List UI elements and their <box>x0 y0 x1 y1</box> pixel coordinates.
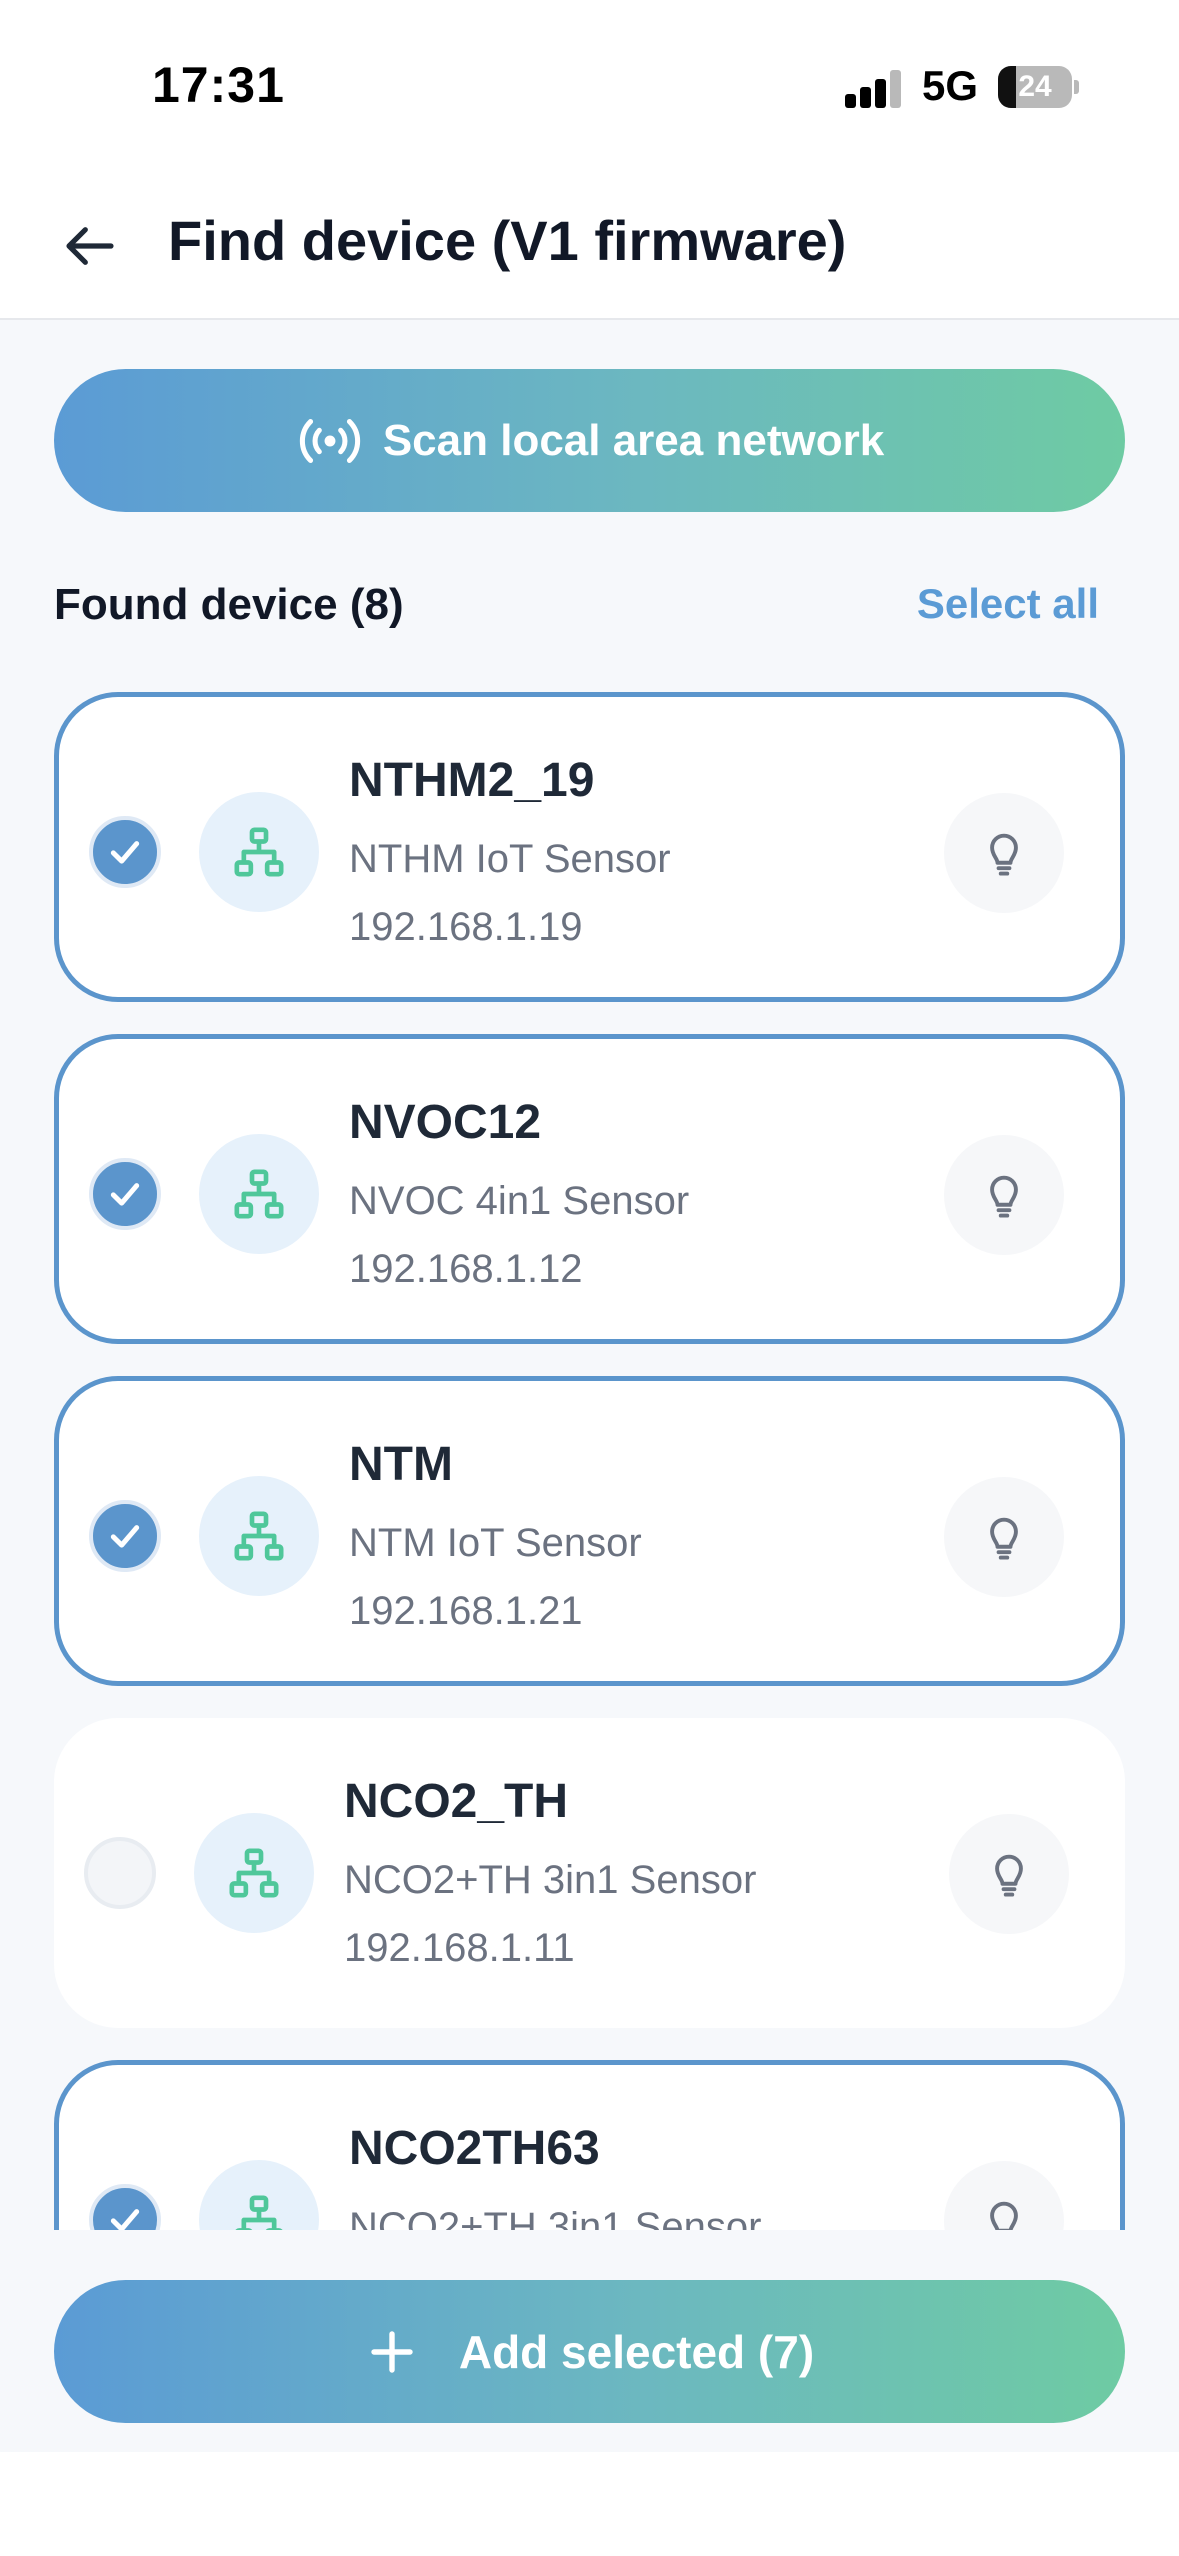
device-card[interactable]: NCO2_TH NCO2+TH 3in1 Sensor 192.168.1.11 <box>54 1718 1125 2028</box>
check-icon <box>110 1525 140 1548</box>
add-selected-button[interactable]: Add selected (7) <box>54 2280 1125 2423</box>
identify-device-button[interactable] <box>944 793 1064 913</box>
ethernet-network-icon <box>199 2160 319 2230</box>
ethernet-network-icon <box>194 1813 314 1933</box>
device-card[interactable]: NCO2TH63 NCO2+TH 3in1 Sensor <box>54 2060 1125 2230</box>
device-checkbox[interactable] <box>89 816 161 888</box>
device-model: NCO2+TH 3in1 Sensor <box>344 1858 757 1902</box>
check-icon <box>110 1183 140 1206</box>
lightbulb-icon <box>990 833 1018 876</box>
device-name: NTHM2_19 <box>349 754 595 807</box>
device-name: NCO2_TH <box>344 1775 569 1828</box>
status-time: 17:31 <box>152 57 285 113</box>
ethernet-network-icon <box>199 1134 319 1254</box>
lightbulb-icon <box>990 1175 1018 1218</box>
device-name: NTM <box>349 1438 453 1491</box>
main-content: Scan local area network Found device (8)… <box>0 320 1179 2452</box>
check-icon <box>110 2209 140 2230</box>
device-model: NCO2+TH 3in1 Sensor <box>349 2205 762 2230</box>
device-ip: 192.168.1.12 <box>349 1247 583 1291</box>
lightbulb-icon <box>990 1517 1018 1560</box>
back-button[interactable] <box>50 206 130 286</box>
device-list[interactable]: NTHM2_19 NTHM IoT Sensor 192.168.1.19 NV… <box>0 692 1179 2230</box>
check-icon <box>110 841 140 864</box>
identify-device-button[interactable] <box>944 2161 1064 2230</box>
scan-button-label: Scan local area network <box>382 415 885 465</box>
lightbulb-icon <box>990 2201 1018 2230</box>
device-name: NCO2TH63 <box>349 2122 600 2175</box>
device-checkbox[interactable] <box>89 2184 161 2230</box>
device-checkbox[interactable] <box>89 1158 161 1230</box>
device-checkbox[interactable] <box>84 1837 156 1909</box>
device-card[interactable]: NVOC12 NVOC 4in1 Sensor 192.168.1.12 <box>54 1034 1125 1344</box>
arrow-left-icon <box>66 227 114 265</box>
device-model: NTHM IoT Sensor <box>349 837 671 881</box>
ethernet-network-icon <box>199 792 319 912</box>
broadcast-icon <box>299 418 360 463</box>
device-card[interactable]: NTM NTM IoT Sensor 192.168.1.21 <box>54 1376 1125 1686</box>
top-app-bar: Find device (V1 firmware) <box>0 170 1179 320</box>
device-ip: 192.168.1.19 <box>349 905 583 949</box>
device-model: NVOC 4in1 Sensor <box>349 1179 690 1223</box>
device-name: NVOC12 <box>349 1096 542 1149</box>
device-ip: 192.168.1.11 <box>344 1926 575 1970</box>
select-all-link[interactable]: Select all <box>917 580 1099 628</box>
device-ip: 192.168.1.21 <box>349 1589 583 1633</box>
identify-device-button[interactable] <box>944 1477 1064 1597</box>
battery-icon: 24 <box>998 66 1079 108</box>
page-title: Find device (V1 firmware) <box>168 209 847 272</box>
cellular-signal-icon <box>845 70 901 108</box>
device-checkbox[interactable] <box>89 1500 161 1572</box>
plus-icon <box>371 2330 413 2373</box>
device-model: NTM IoT Sensor <box>349 1521 642 1565</box>
status-bar: 17:31 5G 24 <box>0 0 1179 170</box>
device-card[interactable]: NTHM2_19 NTHM IoT Sensor 192.168.1.19 <box>54 692 1125 1002</box>
network-type: 5G <box>922 62 979 109</box>
add-selected-label: Add selected (7) <box>458 2325 815 2378</box>
lightbulb-icon <box>995 1854 1023 1897</box>
identify-device-button[interactable] <box>944 1135 1064 1255</box>
scan-network-button[interactable]: Scan local area network <box>54 369 1125 512</box>
found-devices-title: Found device (8) <box>54 580 404 629</box>
battery-level: 24 <box>1018 70 1052 103</box>
identify-device-button[interactable] <box>949 1814 1069 1934</box>
ethernet-network-icon <box>199 1476 319 1596</box>
